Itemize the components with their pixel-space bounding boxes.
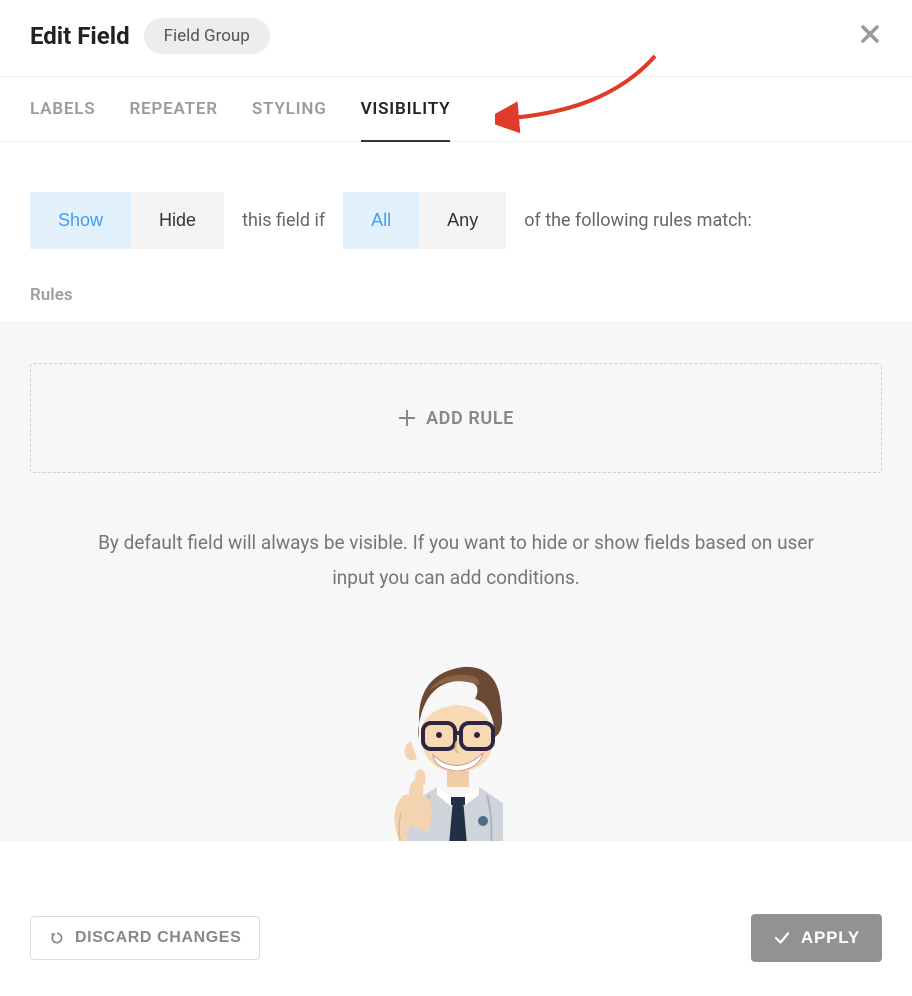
field-type-badge: Field Group — [144, 18, 270, 54]
plus-icon — [398, 409, 416, 427]
undo-icon — [49, 930, 65, 946]
rules-help-text: By default field will always be visible.… — [30, 525, 882, 595]
apply-button[interactable]: APPLY — [751, 914, 882, 962]
check-icon — [773, 929, 791, 947]
show-toggle[interactable]: Show — [30, 192, 131, 249]
tab-styling[interactable]: STYLING — [252, 77, 327, 141]
tab-visibility[interactable]: VISIBILITY — [361, 77, 451, 141]
all-any-toggle: All Any — [343, 192, 506, 249]
rules-section-label: Rules — [0, 279, 912, 321]
modal-title: Edit Field — [30, 22, 130, 50]
condition-text-2: of the following rules match: — [524, 210, 752, 231]
any-toggle[interactable]: Any — [419, 192, 506, 249]
add-rule-button[interactable]: ADD RULE — [30, 363, 882, 473]
modal-footer: DISCARD CHANGES APPLY — [0, 878, 912, 996]
close-icon — [858, 22, 882, 46]
show-hide-toggle: Show Hide — [30, 192, 224, 249]
add-rule-label: ADD RULE — [426, 408, 514, 429]
tab-repeater[interactable]: REPEATER — [129, 77, 217, 141]
hide-toggle[interactable]: Hide — [131, 192, 224, 249]
rules-panel: ADD RULE By default field will always be… — [0, 321, 912, 841]
condition-text-1: this field if — [242, 210, 325, 231]
apply-label: APPLY — [801, 928, 860, 948]
discard-label: DISCARD CHANGES — [75, 929, 241, 947]
visibility-condition-row: Show Hide this field if All Any of the f… — [0, 142, 912, 279]
modal-header: Edit Field Field Group — [0, 0, 912, 76]
discard-changes-button[interactable]: DISCARD CHANGES — [30, 916, 260, 960]
tab-labels[interactable]: LABELS — [30, 77, 95, 141]
tab-bar: LABELS REPEATER STYLING VISIBILITY — [0, 76, 912, 142]
all-toggle[interactable]: All — [343, 192, 419, 249]
close-button[interactable] — [858, 22, 882, 46]
mascot-illustration — [30, 645, 882, 841]
